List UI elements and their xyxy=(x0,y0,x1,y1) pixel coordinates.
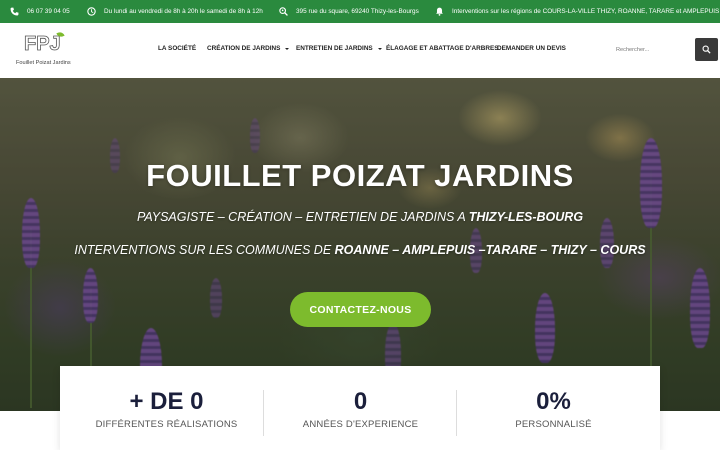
address: 395 rue du square, 69240 Thizy-les-Bourg… xyxy=(296,8,419,15)
site-header: FPJ Fouillet Poizat Jardins LA SOCIÉTÉ C… xyxy=(0,23,720,78)
hero-subtitle-services: PAYSAGISTE – CRÉATION – ENTRETIEN DE JAR… xyxy=(0,210,720,224)
search-location-icon xyxy=(279,7,288,16)
opening-hours: Du lundi au vendredi de 8h à 20h le same… xyxy=(104,8,263,15)
hero-banner: FOUILLET POIZAT JARDINS PAYSAGISTE – CRÉ… xyxy=(0,78,720,411)
stat-label: ANNÉES D'EXPERIENCE xyxy=(302,419,419,430)
stat-value: 0% xyxy=(536,388,571,415)
nav-label: CRÉATION DE JARDINS xyxy=(207,45,281,52)
subtitle-highlight: ROANNE – AMPLEPUIS –TARARE – THIZY – COU… xyxy=(334,243,646,257)
nav-item-devis[interactable]: DEMANDER UN DEVIS xyxy=(497,45,566,52)
nav-label: ÉLAGAGE ET ABATTAGE D'ARBRES xyxy=(386,45,499,52)
phone-info[interactable]: 06 07 39 04 05 xyxy=(10,0,70,23)
stat-realisations: + DE 0 DIFFÉRENTES RÉALISATIONS xyxy=(70,366,263,450)
search-button[interactable] xyxy=(695,38,718,61)
phone-icon xyxy=(10,7,19,16)
stat-label: PERSONNALISÉ xyxy=(515,419,592,430)
search-icon xyxy=(702,45,711,54)
subtitle-highlight: THIZY-LES-BOURG xyxy=(468,210,584,224)
phone-number: 06 07 39 04 05 xyxy=(27,8,70,15)
stats-card: + DE 0 DIFFÉRENTES RÉALISATIONS 0 ANNÉES… xyxy=(60,366,660,450)
nav-item-societe[interactable]: LA SOCIÉTÉ xyxy=(158,45,196,52)
nav-label: DEMANDER UN DEVIS xyxy=(497,45,566,52)
hero-subtitle-communes: INTERVENTIONS SUR LES COMMUNES DE ROANNE… xyxy=(0,243,720,257)
nav-label: LA SOCIÉTÉ xyxy=(158,45,197,52)
address-info: 395 rue du square, 69240 Thizy-les-Bourg… xyxy=(279,0,419,23)
search-input[interactable] xyxy=(611,38,695,61)
stat-value: 0 xyxy=(353,388,368,415)
regions-info: Interventions sur les régions de COURS-L… xyxy=(435,0,719,23)
search-form xyxy=(611,38,718,61)
stat-experience: 0 ANNÉES D'EXPERIENCE xyxy=(264,366,457,450)
nav-item-creation[interactable]: CRÉATION DE JARDINS xyxy=(207,45,290,52)
top-info-bar: 06 07 39 04 05 Du lundi au vendredi de 8… xyxy=(0,0,720,23)
bell-icon xyxy=(435,7,444,16)
chevron-down-icon xyxy=(285,47,290,50)
hours-info: Du lundi au vendredi de 8h à 20h le same… xyxy=(87,0,263,23)
stat-personnalise: 0% PERSONNALISÉ xyxy=(457,366,650,450)
chevron-down-icon xyxy=(377,47,382,50)
regions-text: Interventions sur les régions de COURS-L… xyxy=(452,8,720,15)
stat-label: DIFFÉRENTES RÉALISATIONS xyxy=(95,419,238,430)
nav-item-elagage[interactable]: ÉLAGAGE ET ABATTAGE D'ARBRES xyxy=(386,45,499,52)
hero-title: FOUILLET POIZAT JARDINS xyxy=(146,158,574,193)
nav-item-entretien[interactable]: ENTRETIEN DE JARDINS xyxy=(296,45,382,52)
subtitle-text: INTERVENTIONS SUR LES COMMUNES DE xyxy=(74,243,335,257)
stat-value: + DE 0 xyxy=(129,388,204,415)
nav-label: ENTRETIEN DE JARDINS xyxy=(296,45,373,52)
contact-button[interactable]: CONTACTEZ-NOUS xyxy=(290,292,431,327)
clock-icon xyxy=(87,7,96,16)
subtitle-text: PAYSAGISTE – CRÉATION – ENTRETIEN DE JAR… xyxy=(136,210,469,224)
